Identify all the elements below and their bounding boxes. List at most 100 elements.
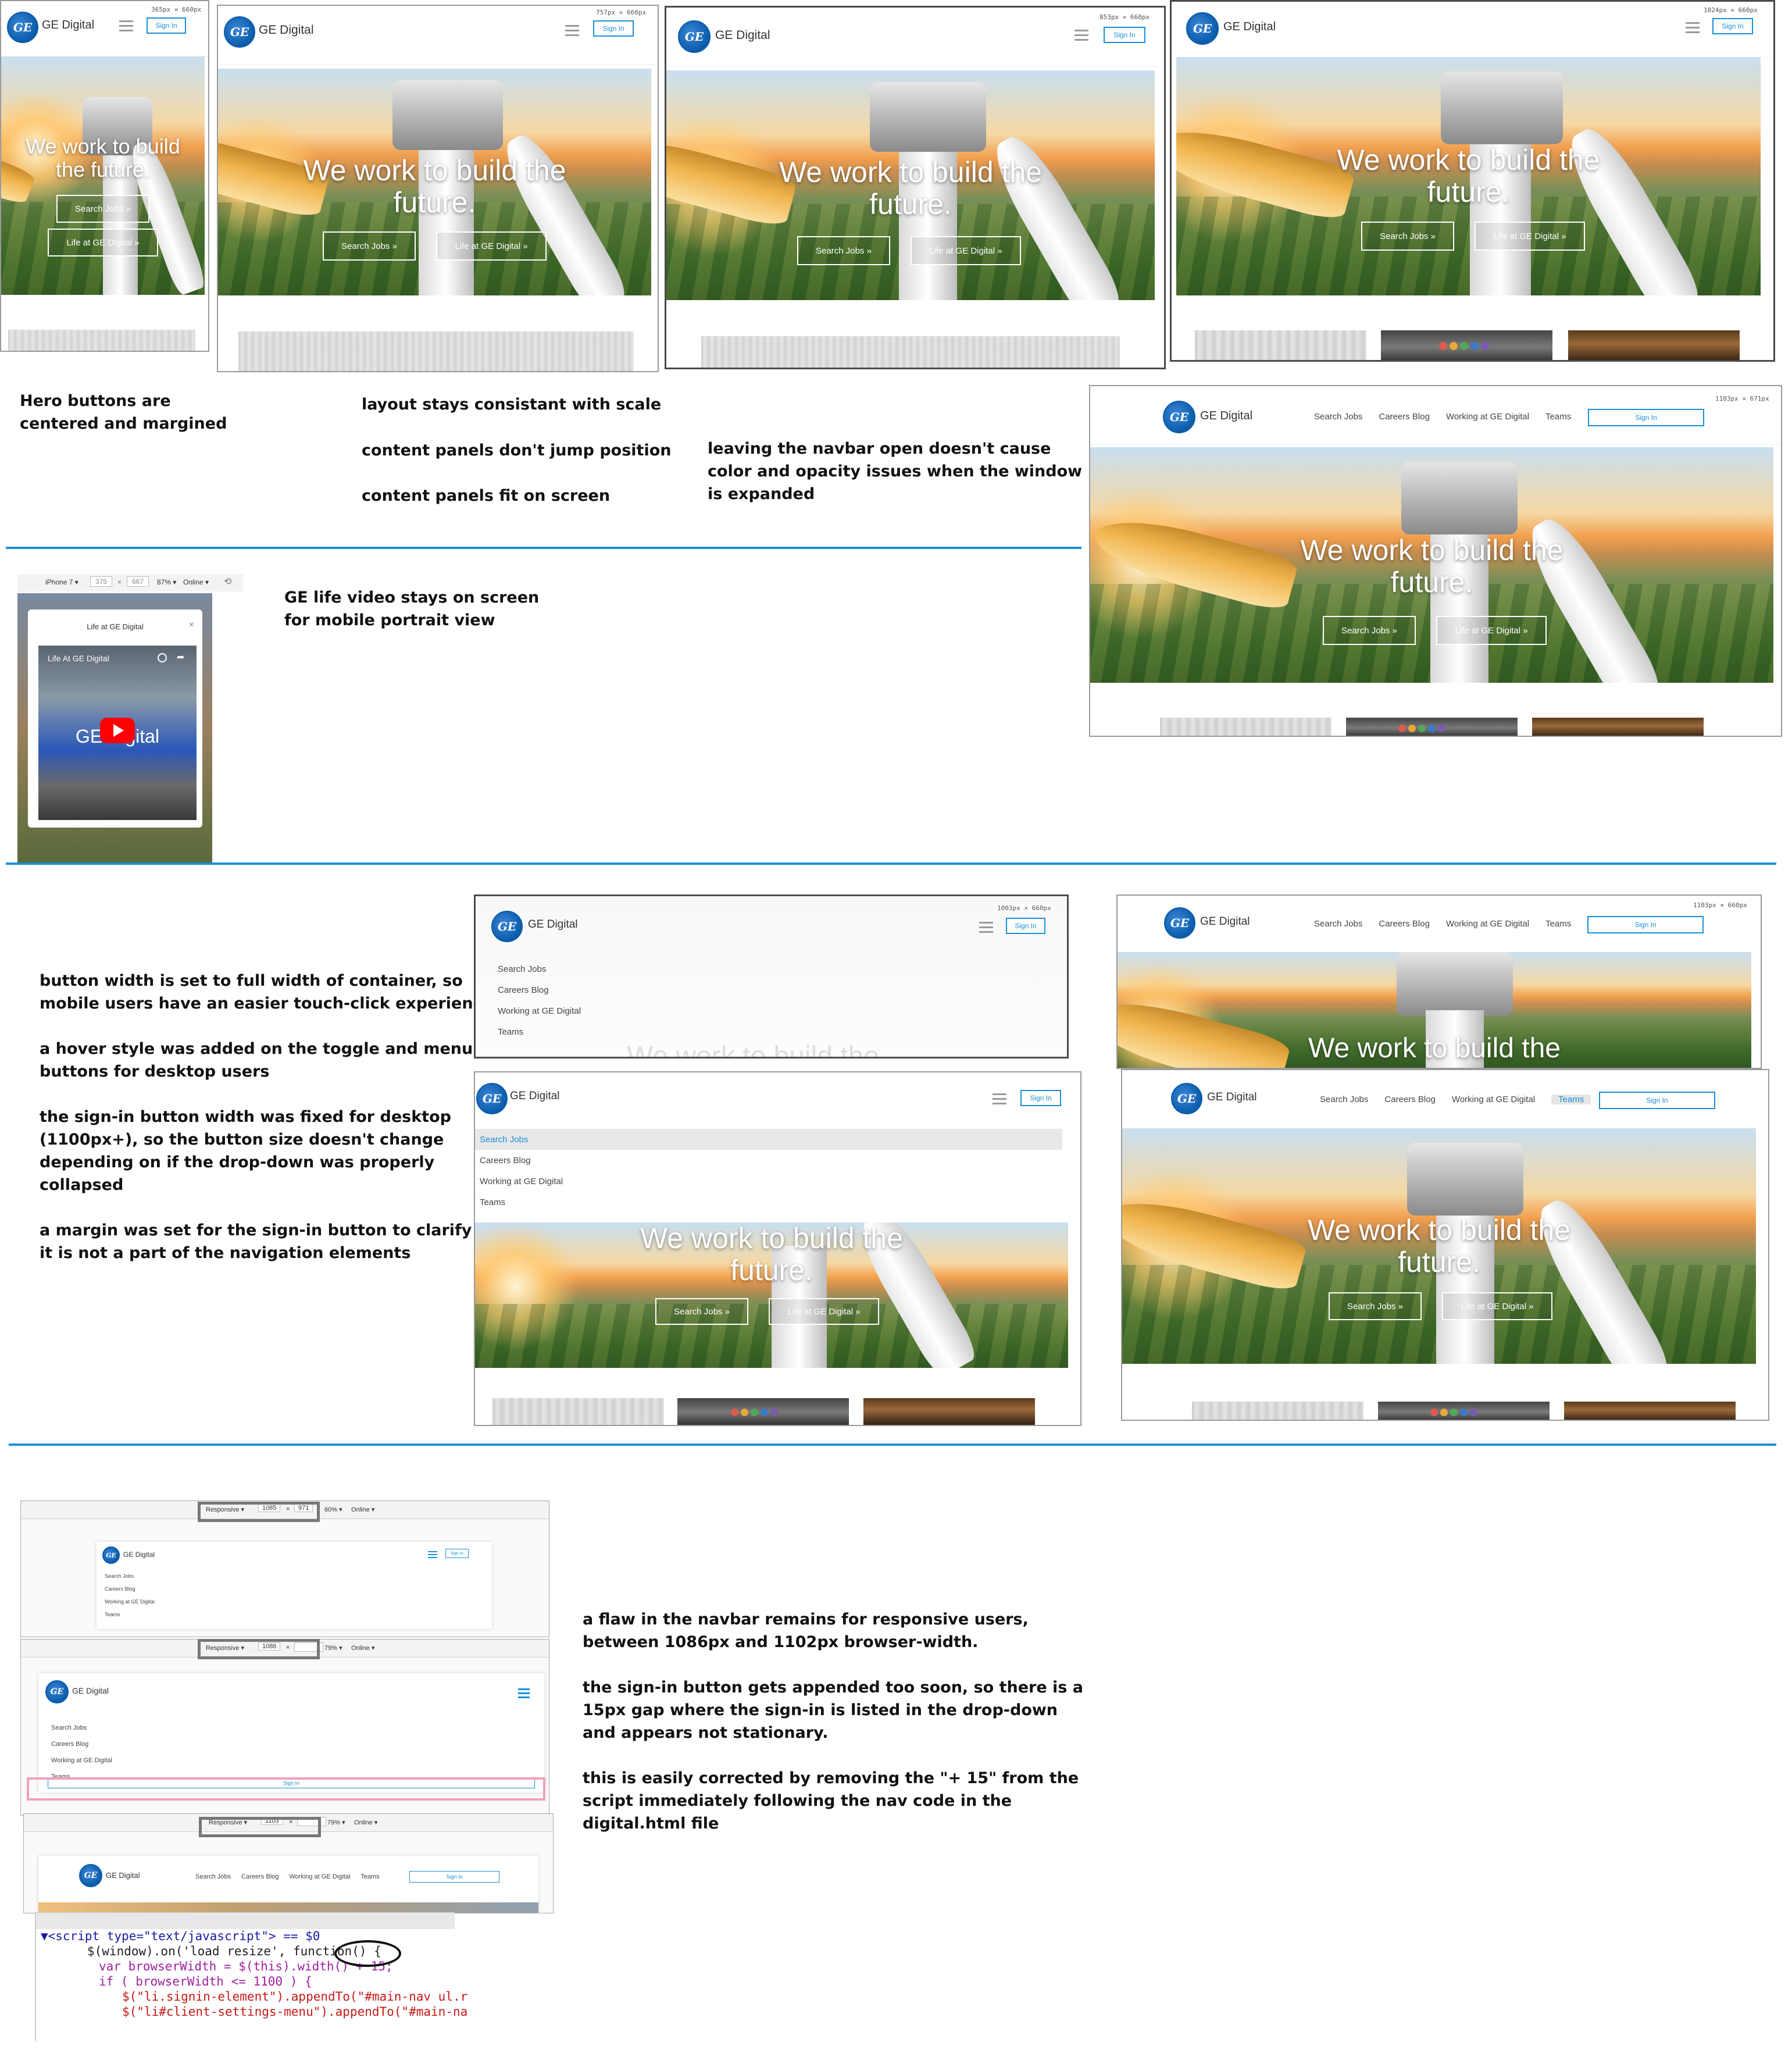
nav-working-at-ge[interactable]: Working at GE Digital <box>1446 412 1529 422</box>
search-jobs-button[interactable]: Search Jobs » <box>323 231 416 261</box>
network-select[interactable]: Online ▾ <box>351 1644 374 1652</box>
hamburger-icon[interactable] <box>428 1551 437 1560</box>
screenshot-1103-top: GE GE Digital Search Jobs Careers Blog W… <box>1116 894 1762 1069</box>
ge-logo-icon: GE <box>224 16 255 48</box>
brand-name: GE Digital <box>106 1871 140 1880</box>
menu-search-jobs[interactable]: Search Jobs <box>480 1129 563 1150</box>
nav-working-at-ge[interactable]: Working at GE Digital <box>1446 919 1529 929</box>
hero-headline: We work to build the future. <box>26 134 180 181</box>
note-video: GE life video stays on screen for mobile … <box>284 589 540 629</box>
life-at-ge-button[interactable]: Life at GE Digital » <box>911 236 1021 265</box>
nav-careers-blog[interactable]: Careers Blog <box>1379 412 1430 422</box>
life-at-ge-button[interactable]: Life at GE Digital » <box>1442 1292 1552 1320</box>
play-icon[interactable] <box>100 718 135 743</box>
menu-working-at-ge[interactable]: Working at GE Digital <box>498 1001 581 1022</box>
menu-careers-blog[interactable]: Careers Blog <box>480 1150 563 1171</box>
menu-working-at-ge[interactable]: Working at GE Digital <box>480 1171 563 1192</box>
life-at-ge-button[interactable]: Life at GE Digital » <box>436 231 547 261</box>
ge-logo-icon: GE <box>476 1083 508 1114</box>
hamburger-icon[interactable] <box>518 1688 530 1701</box>
video-title: Life At GE Digital <box>48 654 109 663</box>
nav-teams[interactable]: Teams <box>1545 919 1571 929</box>
hamburger-icon[interactable] <box>1686 22 1700 35</box>
brand-name: GE Digital <box>1200 915 1250 928</box>
nav-working-at-ge[interactable]: Working at GE Digital <box>1452 1095 1535 1104</box>
nav-careers-blog[interactable]: Careers Blog <box>1384 1095 1436 1104</box>
screenshot-1003-hover: GE GE Digital Sign In Search Jobs Career… <box>474 1071 1081 1426</box>
menu-search-jobs[interactable]: Search Jobs <box>498 959 581 980</box>
life-at-ge-button[interactable]: Life at GE Digital » <box>769 1298 879 1325</box>
network-select[interactable]: Online ▾ <box>351 1506 374 1513</box>
hamburger-icon[interactable] <box>993 1093 1006 1107</box>
search-jobs-button[interactable]: Search Jobs » <box>797 236 890 265</box>
device-width[interactable]: 375 <box>90 576 113 587</box>
search-jobs-button[interactable]: Search Jobs » <box>1361 222 1454 251</box>
signin-button[interactable]: Sign In <box>1712 18 1753 34</box>
device-zoom[interactable]: 87% ▾ <box>157 578 176 586</box>
signin-button[interactable]: Sign In <box>1588 409 1704 426</box>
nav-careers-blog[interactable]: Careers Blog <box>1379 919 1430 929</box>
signin-button[interactable]: Sign In <box>445 1549 469 1558</box>
zoom-select[interactable]: 79% ▾ <box>327 1819 345 1826</box>
signin-button[interactable]: Sign In <box>409 1871 499 1883</box>
life-at-ge-button[interactable]: Life at GE Digital » <box>1475 222 1585 251</box>
signin-button[interactable]: Sign In <box>1006 918 1045 934</box>
viewport-size: 1103px × 660px <box>1693 901 1747 909</box>
brand-name: GE Digital <box>528 918 578 931</box>
search-jobs-button[interactable]: Search Jobs » <box>655 1298 748 1325</box>
life-at-ge-button[interactable]: Life at GE Digital » <box>1436 616 1547 645</box>
signin-button[interactable]: Sign In <box>593 20 634 37</box>
menu-teams[interactable]: Teams <box>498 1022 581 1043</box>
signin-button[interactable]: Sign In <box>1587 916 1704 933</box>
zoom-select[interactable]: 60% ▾ <box>324 1506 342 1513</box>
network-select[interactable]: Online ▾ <box>354 1819 377 1826</box>
ge-logo-icon: GE <box>1171 1083 1202 1114</box>
viewport-size: 757px × 660px <box>596 9 647 16</box>
hamburger-icon[interactable] <box>1075 30 1088 43</box>
device-toolbar: iPhone 7 ▾ 375 × 667 87% ▾ Online ▾ ⟲ <box>17 574 243 591</box>
nav-search-jobs[interactable]: Search Jobs <box>1314 412 1362 422</box>
viewport-size: 1024px × 660px <box>1704 6 1758 14</box>
menu-teams[interactable]: Teams <box>480 1192 563 1213</box>
viewport-size: 1103px × 671px <box>1715 395 1769 402</box>
nav-search-jobs[interactable]: Search Jobs <box>1314 919 1362 929</box>
search-jobs-button[interactable]: Search Jobs » <box>56 195 149 223</box>
screenshot-365: GE GE Digital Sign In 365px × 660px We w… <box>0 0 209 352</box>
close-icon[interactable]: × <box>189 620 194 630</box>
screenshot-1103-desktop: GE GE Digital Search Jobs Careers Blog W… <box>1089 385 1782 737</box>
clock-icon[interactable] <box>158 653 167 662</box>
nav-teams[interactable]: Teams <box>1551 1095 1591 1104</box>
dropdown-menu: Search Jobs Careers Blog Working at GE D… <box>105 1573 155 1617</box>
youtube-player[interactable]: Life At GE Digital ➦ GE Digital <box>38 646 197 820</box>
ge-logo-icon: GE <box>79 1864 102 1887</box>
rotate-icon[interactable]: ⟲ <box>224 576 231 587</box>
signin-button[interactable]: Sign In <box>1020 1090 1061 1106</box>
hamburger-icon[interactable] <box>119 20 133 34</box>
zoom-select[interactable]: 79% ▾ <box>324 1644 342 1652</box>
devtools-highlight <box>198 1639 320 1659</box>
signin-button[interactable]: Sign In <box>147 17 186 34</box>
brand-name: GE Digital <box>72 1686 109 1695</box>
hamburger-icon[interactable] <box>979 922 993 935</box>
hero: We work to build the future. Search Jobs … <box>666 70 1155 300</box>
search-jobs-button[interactable]: Search Jobs » <box>1323 616 1416 645</box>
brand-name: GE Digital <box>123 1551 155 1559</box>
menu-careers-blog[interactable]: Careers Blog <box>498 980 581 1001</box>
nav-links: Search Jobs Careers Blog Working at GE D… <box>195 1873 380 1880</box>
ge-logo-icon: GE <box>7 12 38 43</box>
share-icon[interactable]: ➦ <box>177 651 184 663</box>
brand-name: GE Digital <box>1223 20 1276 33</box>
section-divider <box>9 1443 1776 1446</box>
signin-button[interactable]: Sign In <box>1599 1092 1715 1109</box>
dropdown-menu: Search Jobs Careers Blog Working at GE D… <box>480 1129 563 1213</box>
hero-headline: We work to build the future. <box>1337 144 1600 208</box>
device-network[interactable]: Online ▾ <box>183 578 209 586</box>
life-at-ge-button[interactable]: Life at GE Digital » <box>48 229 158 256</box>
search-jobs-button[interactable]: Search Jobs » <box>1329 1292 1422 1320</box>
nav-teams[interactable]: Teams <box>1545 412 1571 422</box>
device-model[interactable]: iPhone 7 ▾ <box>45 578 78 586</box>
signin-button[interactable]: Sign In <box>1104 27 1145 43</box>
nav-search-jobs[interactable]: Search Jobs <box>1320 1095 1368 1104</box>
device-height[interactable]: 667 <box>127 576 149 587</box>
hamburger-icon[interactable] <box>565 25 579 38</box>
